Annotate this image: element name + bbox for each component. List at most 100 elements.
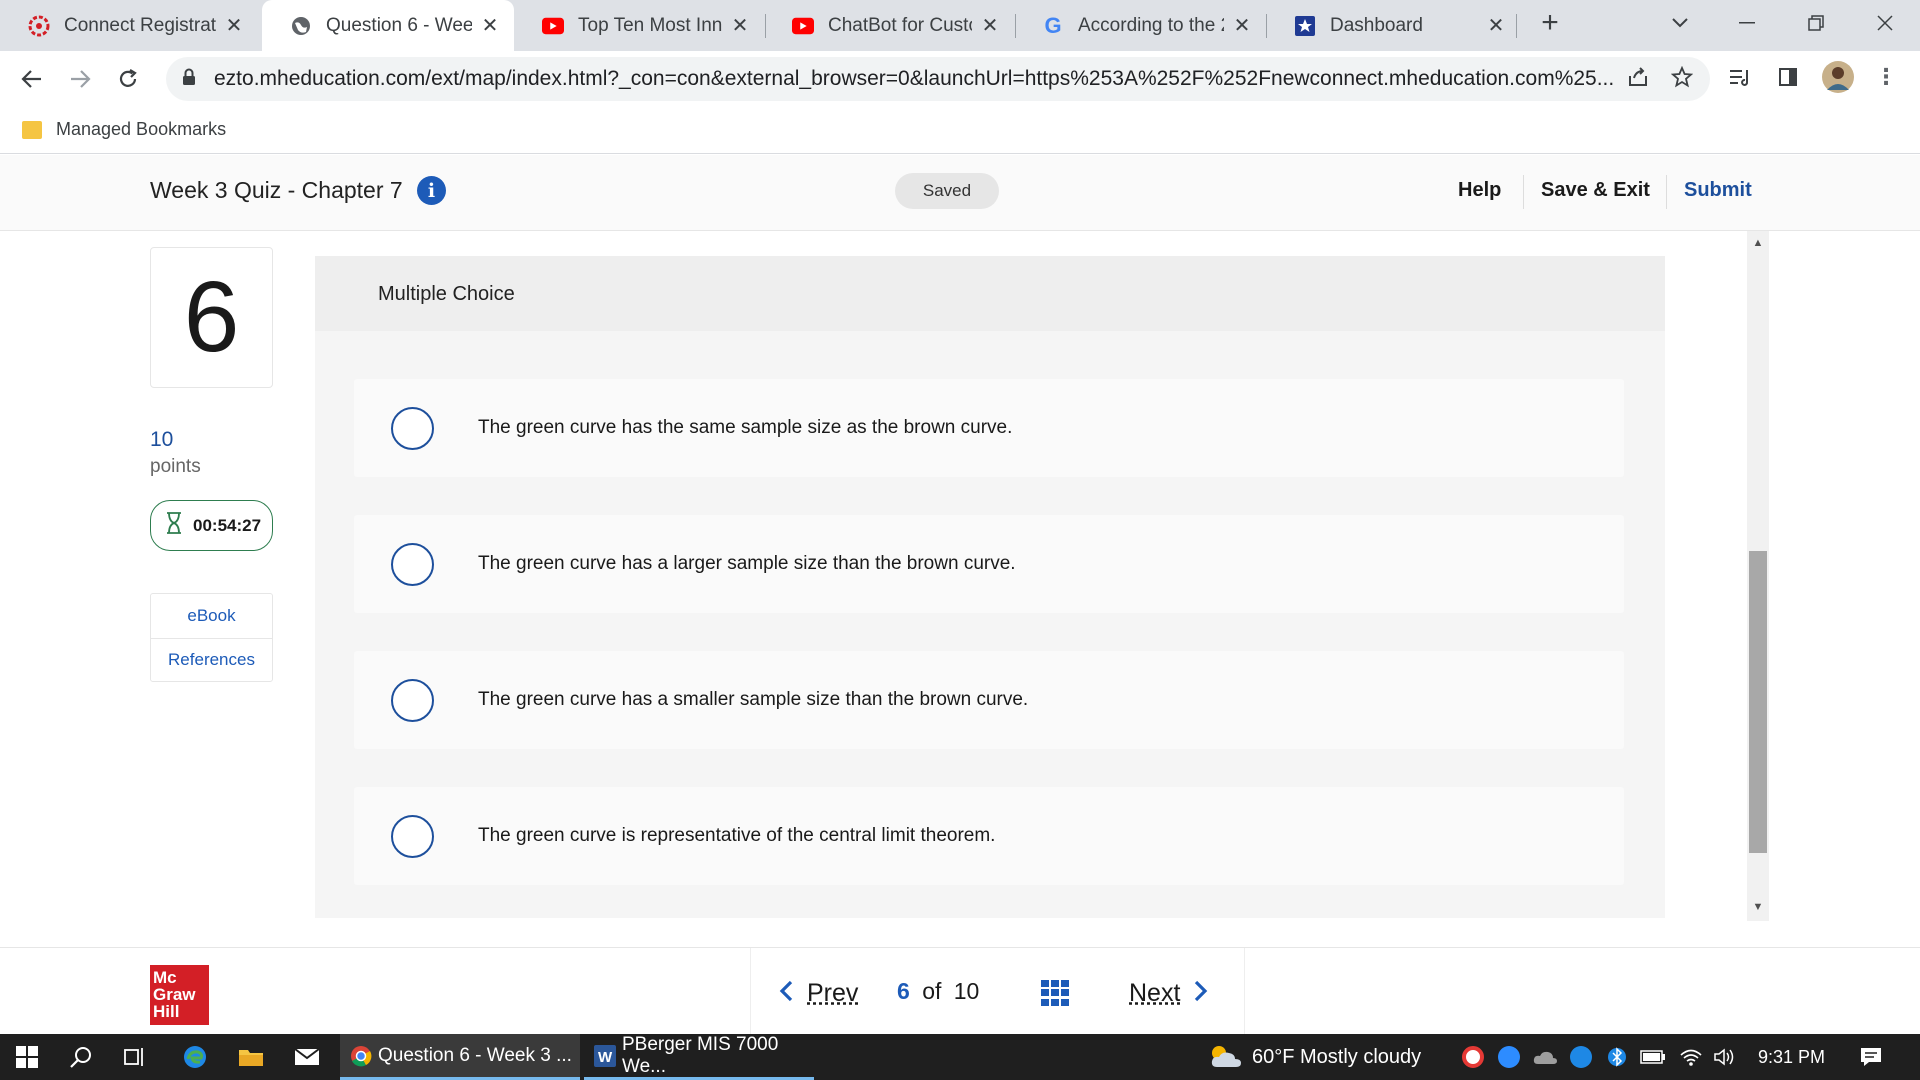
question-grid-icon[interactable] xyxy=(1041,980,1069,1006)
answer-option[interactable]: The green curve is representative of the… xyxy=(354,787,1624,885)
answer-option-text: The green curve has the same sample size… xyxy=(478,417,1013,438)
answer-option[interactable]: The green curve has the same sample size… xyxy=(354,379,1624,477)
logo-line: Mc xyxy=(153,968,177,987)
radio-button[interactable] xyxy=(391,407,434,450)
ebook-link[interactable]: eBook xyxy=(151,606,272,626)
tab-top-ten[interactable]: Top Ten Most Innov ✕ xyxy=(514,0,764,51)
tab-connect-registration[interactable]: Connect Registratio ✕ xyxy=(0,0,258,51)
reload-icon[interactable] xyxy=(108,59,148,99)
submit-button[interactable]: Submit xyxy=(1684,179,1752,202)
back-arrow-icon[interactable] xyxy=(12,59,52,99)
prev-label: Prev xyxy=(807,978,859,1007)
points-label: points xyxy=(150,456,201,477)
tab-search-chevron-icon[interactable] xyxy=(1650,0,1710,46)
record-icon[interactable] xyxy=(1462,1046,1484,1068)
answer-option-text: The green curve has a smaller sample siz… xyxy=(478,689,1029,710)
minimize-icon[interactable] xyxy=(1717,0,1777,46)
bookmarks-bar: Managed Bookmarks xyxy=(0,106,1920,154)
timer-badge[interactable]: 00:54:27 xyxy=(150,500,273,551)
tab-separator xyxy=(1516,14,1517,38)
taskbar-app-label: PBerger MIS 7000 We... xyxy=(622,1033,779,1077)
onedrive-cloud-icon[interactable] xyxy=(1530,1042,1560,1072)
next-label: Next xyxy=(1129,978,1181,1007)
volume-icon[interactable] xyxy=(1710,1042,1740,1072)
header-divider xyxy=(1666,175,1667,209)
radio-button[interactable] xyxy=(391,679,434,722)
forward-arrow-icon[interactable] xyxy=(60,59,100,99)
pagination: Prev 6 of 10 Next xyxy=(750,948,1245,1035)
wifi-icon[interactable] xyxy=(1676,1042,1706,1072)
chevron-right-icon xyxy=(1194,976,1208,1010)
question-type-label: Multiple Choice xyxy=(315,256,1665,331)
notification-icon[interactable] xyxy=(1856,1042,1886,1072)
lock-icon xyxy=(182,68,204,91)
task-view-icon[interactable] xyxy=(120,1042,150,1072)
answer-option[interactable]: The green curve has a larger sample size… xyxy=(354,515,1624,613)
edge-icon[interactable] xyxy=(180,1042,210,1072)
prev-button[interactable]: Prev xyxy=(779,976,858,1010)
tab-chatbot[interactable]: ChatBot for Custom ✕ xyxy=(764,0,1014,51)
radio-button[interactable] xyxy=(391,543,434,586)
youtube-icon xyxy=(792,15,814,37)
tab-question-6[interactable]: Question 6 - Week ✕ xyxy=(262,0,514,51)
save-exit-button[interactable]: Save & Exit xyxy=(1541,179,1650,202)
reading-list-icon[interactable] xyxy=(1722,59,1758,95)
file-explorer-icon[interactable] xyxy=(236,1042,266,1072)
weather-cloud-icon[interactable] xyxy=(1206,1042,1246,1072)
clock-time[interactable]: 9:31 PM xyxy=(1758,1047,1825,1068)
search-icon[interactable] xyxy=(66,1042,96,1072)
answer-option[interactable]: The green curve has a smaller sample siz… xyxy=(354,651,1624,749)
bluetooth-icon[interactable] xyxy=(1602,1042,1632,1072)
side-panel-icon[interactable] xyxy=(1770,59,1806,95)
meet-icon[interactable] xyxy=(1570,1046,1592,1068)
more-menu-icon[interactable]: ⋮ xyxy=(1868,59,1904,95)
zoom-icon[interactable] xyxy=(1498,1046,1520,1068)
next-button[interactable]: Next xyxy=(1129,976,1208,1010)
scroll-thumb[interactable] xyxy=(1749,551,1767,853)
mcgraw-hill-logo: Mc Graw Hill xyxy=(150,965,209,1025)
tab-title: Top Ten Most Innov xyxy=(578,14,722,36)
page-scrollbar[interactable]: ▲ ▼ xyxy=(1747,231,1769,921)
close-icon[interactable]: ✕ xyxy=(224,13,244,38)
tab-according-to[interactable]: G According to the 20 ✕ xyxy=(1014,0,1266,51)
share-icon[interactable] xyxy=(1620,59,1656,95)
info-icon[interactable]: i xyxy=(417,176,446,205)
close-icon[interactable]: ✕ xyxy=(1232,13,1252,38)
profile-avatar[interactable] xyxy=(1820,59,1856,95)
window-close-icon[interactable] xyxy=(1855,0,1915,46)
answer-option-text: The green curve has a larger sample size… xyxy=(478,553,1016,574)
tab-title: Question 6 - Week xyxy=(326,14,472,36)
bookmark-star-icon[interactable] xyxy=(1664,59,1700,95)
url-text[interactable]: ezto.mheducation.com/ext/map/index.html?… xyxy=(214,67,1614,91)
close-icon[interactable]: ✕ xyxy=(1486,13,1506,38)
close-icon[interactable]: ✕ xyxy=(980,13,1000,38)
help-button[interactable]: Help xyxy=(1458,179,1501,202)
radio-button[interactable] xyxy=(391,815,434,858)
points-value: 10 xyxy=(150,428,174,451)
tab-title: Connect Registratio xyxy=(64,14,216,36)
question-panel: Multiple Choice The green curve has the … xyxy=(315,256,1665,918)
references-link[interactable]: References xyxy=(151,650,272,670)
new-tab-plus-icon[interactable]: + xyxy=(1520,0,1580,46)
managed-bookmarks-folder[interactable]: Managed Bookmarks xyxy=(56,119,226,140)
windows-start-icon[interactable] xyxy=(12,1042,42,1072)
close-icon[interactable]: ✕ xyxy=(480,13,500,38)
address-bar[interactable]: ezto.mheducation.com/ext/map/index.html?… xyxy=(166,57,1710,101)
quiz-header: Week 3 Quiz - Chapter 7 i Saved Help Sav… xyxy=(0,155,1920,231)
taskbar-app-chrome[interactable]: Question 6 - Week 3 ... xyxy=(340,1034,580,1080)
scroll-down-arrow-icon[interactable]: ▼ xyxy=(1747,901,1769,913)
scroll-up-arrow-icon[interactable]: ▲ xyxy=(1747,237,1769,249)
tab-dashboard[interactable]: Dashboard ✕ xyxy=(1266,0,1520,51)
battery-icon[interactable] xyxy=(1638,1042,1668,1072)
mail-icon[interactable] xyxy=(292,1042,322,1072)
restore-icon[interactable] xyxy=(1786,0,1846,46)
question-number: 6 xyxy=(150,247,273,388)
logo-line: Hill xyxy=(153,1002,180,1021)
youtube-icon xyxy=(542,15,564,37)
taskbar-app-word[interactable]: W PBerger MIS 7000 We... xyxy=(584,1034,814,1080)
folder-icon xyxy=(22,120,42,139)
close-icon[interactable]: ✕ xyxy=(730,13,750,38)
star-shield-icon xyxy=(1294,15,1316,37)
tab-title: According to the 20 xyxy=(1078,14,1224,36)
weather-text[interactable]: 60°F Mostly cloudy xyxy=(1252,1046,1421,1069)
